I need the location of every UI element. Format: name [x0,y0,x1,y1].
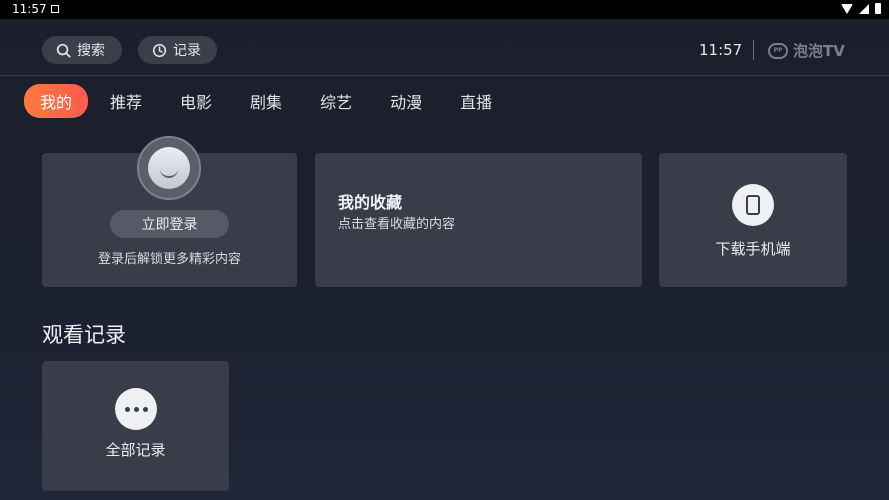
tab-mine[interactable]: 我的 [24,83,89,118]
search-button[interactable]: 搜索 [42,36,122,64]
phone-icon [732,184,774,226]
tab-movies[interactable]: 电影 [180,89,212,113]
header-separator [0,75,889,76]
tab-series[interactable]: 剧集 [250,89,282,113]
brand-name: 泡泡TV [793,42,845,60]
search-icon [56,43,71,57]
battery-icon [875,3,881,14]
login-subtitle: 登录后解锁更多精彩内容 [97,252,241,267]
avatar[interactable] [137,136,201,200]
tab-anime[interactable]: 动漫 [390,89,422,113]
brand-logo: PP 泡泡TV [768,40,845,61]
status-bar: 11:57 [0,0,889,19]
tab-variety[interactable]: 综艺 [320,89,352,113]
header-divider [753,40,754,60]
favorites-title: 我的收藏 [338,193,403,212]
status-time: 11:57 [12,2,47,16]
history-button-label: 记录 [173,43,201,59]
signal-icon [859,3,869,14]
avatar-face-icon [148,147,190,189]
notification-icon [51,5,59,13]
header-clock: 11:57 [699,41,743,59]
tab-recommend[interactable]: 推荐 [110,89,142,113]
search-button-label: 搜索 [77,43,105,59]
favorites-subtitle: 点击查看收藏的内容 [338,217,456,232]
clock-icon [152,43,167,57]
history-button[interactable]: 记录 [138,36,217,64]
history-section-title: 观看记录 [42,323,126,347]
more-icon [115,388,157,430]
status-icons [841,3,881,14]
download-app-label: 下载手机端 [715,240,791,258]
category-tabs: 我的 推荐 电影 剧集 综艺 动漫 直播 [24,83,530,118]
pp-logo-icon: PP [768,42,788,59]
wifi-icon [841,3,853,14]
all-history-label: 全部记录 [105,441,166,459]
login-button[interactable]: 立即登录 [110,210,229,238]
tab-live[interactable]: 直播 [460,89,492,113]
